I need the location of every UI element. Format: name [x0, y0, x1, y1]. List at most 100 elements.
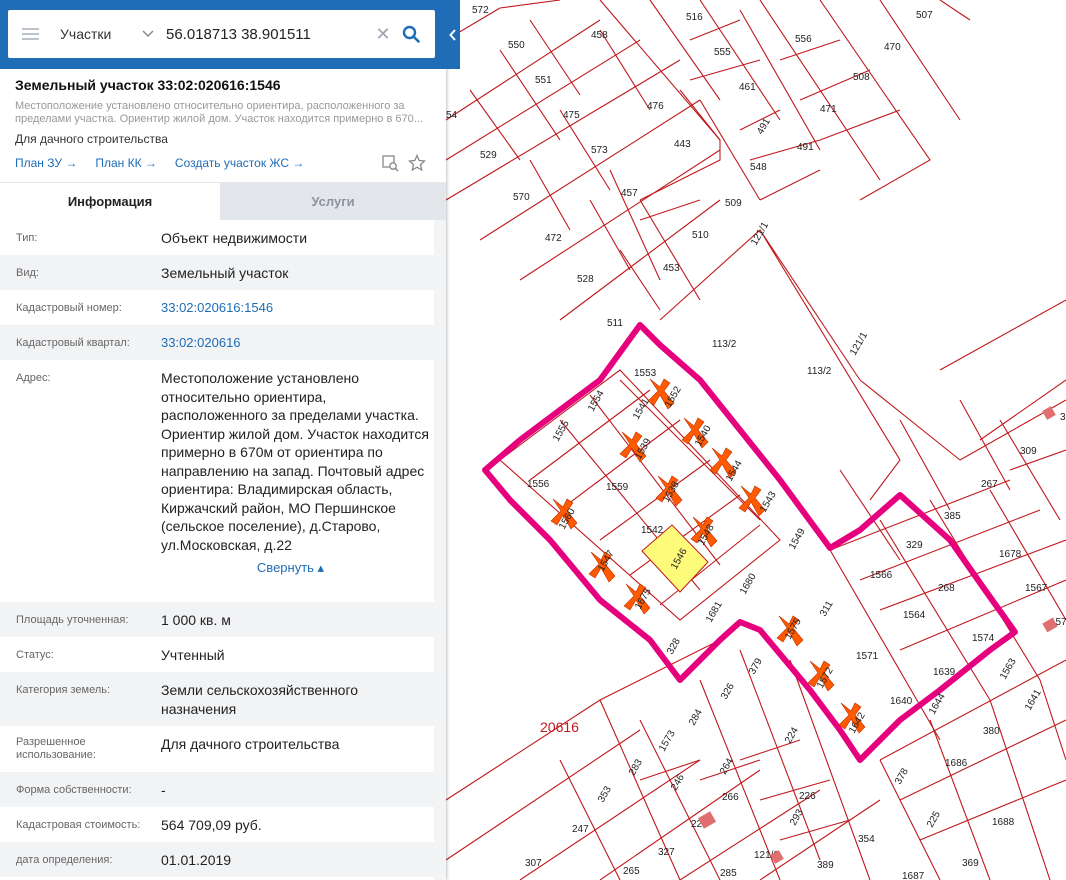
- parcel-label: 267: [981, 479, 998, 490]
- parcel-label: 355: [1060, 412, 1066, 423]
- parcel-label: 285: [720, 868, 737, 879]
- create-parcel-link[interactable]: Создать участок ЖС →: [175, 156, 304, 170]
- parcel-label: 510: [692, 230, 709, 241]
- parcel-label: 293: [788, 807, 806, 827]
- parcel-label: 472: [545, 233, 562, 244]
- plan-kk-link[interactable]: План КК →: [95, 156, 157, 170]
- collapse-panel-button[interactable]: [446, 0, 460, 69]
- parcel-label: 1686: [945, 758, 968, 769]
- parcel-label: 309: [1020, 446, 1037, 457]
- info-key: Вид:: [16, 267, 39, 279]
- parcel-label: 327: [658, 847, 675, 858]
- parcel-label: 1678: [999, 549, 1022, 560]
- cadastral-number-link[interactable]: 33:02:020616:1546: [160, 290, 430, 325]
- parcel-label: 379: [747, 656, 765, 676]
- building-marker: [1042, 406, 1056, 420]
- parcel-label: 266: [722, 792, 739, 803]
- address-text: Местоположение установлено относительно …: [161, 370, 429, 553]
- tabs: Информация Услуги: [0, 182, 446, 220]
- object-links: План ЗУ → План КК → Создать участок ЖС →: [15, 156, 322, 170]
- parcel-label: 516: [686, 12, 703, 23]
- parcel-label: 1563: [998, 656, 1019, 681]
- parcel-label: 1566: [870, 570, 893, 581]
- parcel-label: 354: [858, 834, 875, 845]
- info-row-type: Тип: Объект недвижимости: [0, 220, 434, 255]
- parcel-label: 54: [446, 110, 458, 121]
- parcel-label: 458: [591, 30, 608, 41]
- search-input[interactable]: [166, 19, 371, 49]
- clear-icon[interactable]: ✕: [373, 24, 393, 45]
- parcel-label: 1556: [527, 479, 550, 490]
- parcel-label: 246: [669, 772, 687, 792]
- info-key: Адрес:: [16, 372, 51, 384]
- parcel-label: 311: [818, 599, 836, 619]
- info-value: Объект недвижимости: [161, 230, 308, 246]
- parcel-label: 378: [893, 766, 911, 786]
- info-row-permitted-use: Разрешенное использование: Для дачного с…: [0, 726, 434, 772]
- collapse-link[interactable]: Свернуть ▴: [151, 554, 430, 578]
- parcel-label: 1559: [606, 482, 629, 493]
- scrollbar[interactable]: [434, 220, 446, 880]
- info-table: Тип: Объект недвижимости Вид: Земельный …: [0, 220, 434, 877]
- info-panel: Участки ✕ Земельный участок 33:02:020616…: [0, 0, 446, 880]
- parcel-label: 284: [687, 707, 705, 727]
- parcel-label: 570: [513, 192, 530, 203]
- cadastral-quarter-link[interactable]: 33:02:020616: [160, 325, 430, 360]
- parcel-label: 1549: [787, 526, 808, 551]
- parcel-label: 1640: [890, 696, 913, 707]
- parcel-label: 443: [674, 139, 691, 150]
- parcel-label: 529: [480, 150, 497, 161]
- parcel-label: 380: [983, 726, 1000, 737]
- parcel-label: 508: [853, 72, 870, 83]
- parcel-label: 1543: [758, 489, 779, 514]
- parcel-label: 353: [596, 784, 614, 804]
- parcel-labels: 572 516 507 550 458 555 556 470 551 475 476 461 508 4…: [446, 5, 1066, 880]
- parcel-label: 1553: [634, 368, 657, 379]
- parcel-label: 265: [623, 866, 640, 877]
- parcel-label: 389: [817, 860, 834, 871]
- parcel-label: 457: [621, 188, 638, 199]
- plan-search-icon[interactable]: [382, 155, 399, 177]
- menu-icon[interactable]: [8, 10, 52, 58]
- parcel-label: 453: [663, 263, 680, 274]
- parcel-label: 113/2: [807, 366, 832, 377]
- info-value: 01.01.2019: [161, 852, 232, 868]
- parcel-label: 1681: [704, 599, 725, 624]
- layer-select-label: Участки: [60, 26, 112, 42]
- parcel-label: 329: [906, 540, 923, 551]
- parcel-label: 1564: [903, 610, 926, 621]
- parcel-label: 507: [916, 10, 933, 21]
- parcel-label: 573: [591, 145, 608, 156]
- parcel-label: 1574: [972, 633, 995, 644]
- tab-information[interactable]: Информация: [0, 183, 220, 220]
- parcel-label: 509: [725, 198, 742, 209]
- parcel-label: 268: [938, 583, 955, 594]
- info-value: 564 709,09 руб.: [161, 817, 262, 833]
- parcel-label: 1680: [738, 571, 759, 596]
- star-icon[interactable]: [407, 153, 427, 177]
- parcel-label: 470: [884, 42, 901, 53]
- parcel-label: 511: [607, 318, 623, 329]
- info-key: дата определения:: [16, 854, 113, 866]
- info-value: Земли сельскохозяйственного назначения: [161, 682, 359, 717]
- parcel-label: 551: [535, 75, 552, 86]
- tab-services[interactable]: Услуги: [220, 183, 446, 220]
- parcel-label: 224: [783, 725, 801, 745]
- info-row-address: Адрес: Местоположение установлено относи…: [0, 360, 434, 602]
- layer-select[interactable]: Участки: [52, 10, 160, 58]
- search-icon[interactable]: [393, 10, 429, 58]
- parcel-label: 1573: [657, 728, 678, 753]
- parcel-label: 1571: [856, 651, 879, 662]
- parcel-label: 491: [797, 142, 814, 153]
- search-bar: Участки ✕: [0, 0, 446, 69]
- info-row-status: Статус: Учтенный: [0, 637, 434, 672]
- info-value: Земельный участок: [161, 265, 289, 281]
- parcel-label: 476: [647, 101, 664, 112]
- parcel-label: 283: [627, 757, 645, 777]
- parcel-label: 1675: [633, 586, 654, 611]
- parcel-label: 1687: [902, 871, 925, 880]
- info-row-kind: Вид: Земельный участок: [0, 255, 434, 290]
- plan-zu-link[interactable]: План ЗУ →: [15, 156, 77, 170]
- info-value: -: [161, 782, 166, 798]
- info-value: Местоположение установлено относительно …: [160, 360, 430, 602]
